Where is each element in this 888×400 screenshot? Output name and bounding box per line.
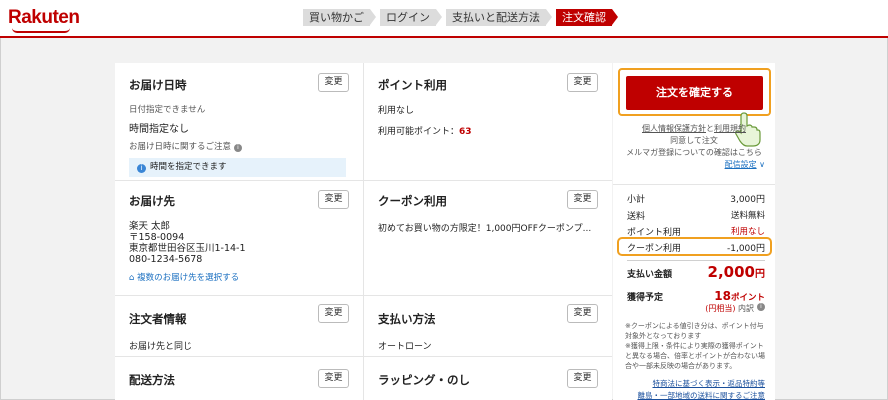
points-available-label: 利用可能ポイント： <box>378 127 460 137</box>
delivery-date-note: 日付指定できません <box>129 105 206 115</box>
shipping-caution-link[interactable]: 離島・一部地域の送料に関するご注意 <box>638 391 766 400</box>
wrapping-change-button[interactable]: 変更 <box>567 369 598 388</box>
coupon-discount-label: クーポン利用 <box>627 244 682 254</box>
payment-value: オートローン <box>378 342 432 352</box>
coupon-title: クーポン利用 <box>378 194 447 208</box>
order-summary-panel: 注文を確定する 個人情報保護方針と利用規約 同意して注文 メルマガ登録についての… <box>613 63 775 400</box>
orderer-section: 注文者情報 変更 お届け先と同じ <box>115 295 363 356</box>
agree-text: 同意して注文 <box>670 136 718 145</box>
earn-points-row: 獲得予定 18ポイント <box>627 289 765 303</box>
postal-code: 〒158-0094 <box>129 232 185 243</box>
points-title: ポイント利用 <box>378 78 447 92</box>
address-section: お届け先 変更 楽天 太郎 〒158-0094 東京都世田谷区玉川1-14-1 … <box>115 180 363 295</box>
earn-points-label: 獲得予定 <box>627 293 664 303</box>
info-icon[interactable]: i <box>757 303 765 311</box>
total-value: 2,000 <box>707 263 755 281</box>
and-text: と <box>706 124 714 133</box>
address-title: お届け先 <box>129 194 175 208</box>
fine-print-coupon: ※クーポンによる値引き分は、ポイント付与対象外となっております <box>625 322 764 340</box>
multiple-address-link[interactable]: ⌂ 複数のお届け先を選択する <box>129 271 349 283</box>
home-icon: ⌂ <box>129 273 138 283</box>
chevron-down-icon: ∨ <box>756 160 765 169</box>
step-payment: 支払いと配送方法 <box>446 9 552 26</box>
privacy-policy-link[interactable]: 個人情報保護方針 <box>642 124 706 133</box>
coupon-value: 初めてお買い物の方限定！1,000円OFFクーポンプ... <box>378 224 592 234</box>
logo-underline <box>12 28 70 33</box>
info-icon[interactable]: i <box>234 144 243 152</box>
street-address: 東京都世田谷区玉川1-14-1 <box>129 243 246 254</box>
earn-points-unit: ポイント <box>730 293 765 303</box>
terms-link[interactable]: 利用規約 <box>714 124 746 133</box>
fine-print: ※クーポンによる値引き分は、ポイント付与対象外となっております ※獲得上限・条件… <box>625 321 765 371</box>
orderer-value: お届け先と同じ <box>129 342 193 352</box>
orderer-title: 注文者情報 <box>129 312 187 326</box>
subtotal-label: 小計 <box>627 195 646 205</box>
coupon-section: クーポン利用 変更 初めてお買い物の方限定！1,000円OFFクーポンプ... <box>364 180 612 295</box>
step-login: ログイン <box>380 9 442 26</box>
coupon-discount-value: -1,000円 <box>726 244 765 254</box>
step-confirm: 注文確認 <box>556 9 618 26</box>
earn-points-detail-row: (円相当) 内訳 i <box>627 303 765 314</box>
recipient-name: 楽天 太郎 <box>129 221 171 232</box>
orderer-change-button[interactable]: 変更 <box>318 304 349 323</box>
delivery-caution-text: お届け日時に関するご注意 <box>129 142 232 152</box>
payment-section: 支払い方法 変更 オートローン <box>364 295 612 356</box>
shipping-change-button[interactable]: 変更 <box>318 369 349 388</box>
earn-points-value: 18 <box>714 289 731 303</box>
shipping-fee-value: 送料無料 <box>730 211 765 221</box>
wrapping-section: ラッピング・のし 変更 <box>364 356 612 400</box>
earn-points-detail[interactable]: 内訳 <box>738 303 754 314</box>
header: Rakuten 買い物かご ログイン 支払いと配送方法 注文確認 <box>0 0 888 38</box>
total-divider <box>627 260 765 261</box>
total-label: 支払い金額 <box>627 270 673 280</box>
summary-divider <box>613 184 775 185</box>
address-change-button[interactable]: 変更 <box>318 190 349 209</box>
points-section: ポイント利用 変更 利用なし 利用可能ポイント：63 <box>364 63 612 180</box>
time-info-box: i 時間を指定できます <box>129 158 346 177</box>
delivery-date-title: お届け日時 <box>129 78 187 92</box>
info-icon: i <box>137 164 146 173</box>
total-unit: 円 <box>755 269 765 280</box>
phone-number: 080-1234-5678 <box>129 254 203 265</box>
total-row: 支払い金額 2,000円 <box>627 263 765 281</box>
step-cart: 買い物かご <box>303 9 376 26</box>
agreement-notes: 個人情報保護方針と利用規約 同意して注文 メルマガ登録についての確認はこちら 配… <box>613 123 775 171</box>
time-info-text: 時間を指定できます <box>150 162 227 172</box>
delivery-time-value: 時間指定なし <box>129 124 189 135</box>
multiple-address-text: 複数のお届け先を選択する <box>137 273 240 283</box>
points-available-value: 63 <box>459 127 472 137</box>
shipping-fee-row: 送料 送料無料 <box>627 209 765 222</box>
subtotal-row: 小計 3,000円 <box>627 192 765 205</box>
payment-title: 支払い方法 <box>378 312 436 326</box>
delivery-date-section: お届け日時 変更 日付指定できません 時間指定なし お届け日時に関するご注意 i … <box>115 63 363 180</box>
order-details-panel: お届け日時 変更 日付指定できません 時間指定なし お届け日時に関するご注意 i … <box>115 63 612 400</box>
points-change-button[interactable]: 変更 <box>567 73 598 92</box>
payment-change-button[interactable]: 変更 <box>567 304 598 323</box>
subtotal-value: 3,000円 <box>730 195 765 205</box>
delivery-settings-link[interactable]: 配信設定 <box>725 160 757 169</box>
wrapping-title: ラッピング・のし <box>378 373 470 387</box>
earn-points-note: (円相当) <box>705 304 736 313</box>
shipping-title: 配送方法 <box>129 373 175 387</box>
fine-print-points: ※獲得上限・条件により実際の獲得ポイントと異なる場合、倍率とポイントが合わない場… <box>625 342 765 370</box>
points-usage-value: 利用なし <box>378 106 415 116</box>
delivery-date-change-button[interactable]: 変更 <box>318 73 349 92</box>
legal-notice-link[interactable]: 特商法に基づく表示・返品特約等 <box>653 379 766 388</box>
shipping-section: 配送方法 変更 <box>115 356 363 400</box>
rakuten-logo[interactable]: Rakuten <box>8 7 80 29</box>
shipping-fee-label: 送料 <box>627 212 646 222</box>
coupon-change-button[interactable]: 変更 <box>567 190 598 209</box>
checkout-steps: 買い物かご ログイン 支払いと配送方法 注文確認 <box>303 9 622 26</box>
bottom-links: 特商法に基づく表示・返品特約等 離島・一部地域の送料に関するご注意 <box>613 378 775 400</box>
mail-note-text: メルマガ登録についての確認はこちら <box>626 148 762 157</box>
confirm-button-highlight: 注文を確定する <box>618 68 771 116</box>
confirm-order-button[interactable]: 注文を確定する <box>626 76 763 110</box>
coupon-discount-row: クーポン利用 -1,000円 <box>627 241 765 254</box>
